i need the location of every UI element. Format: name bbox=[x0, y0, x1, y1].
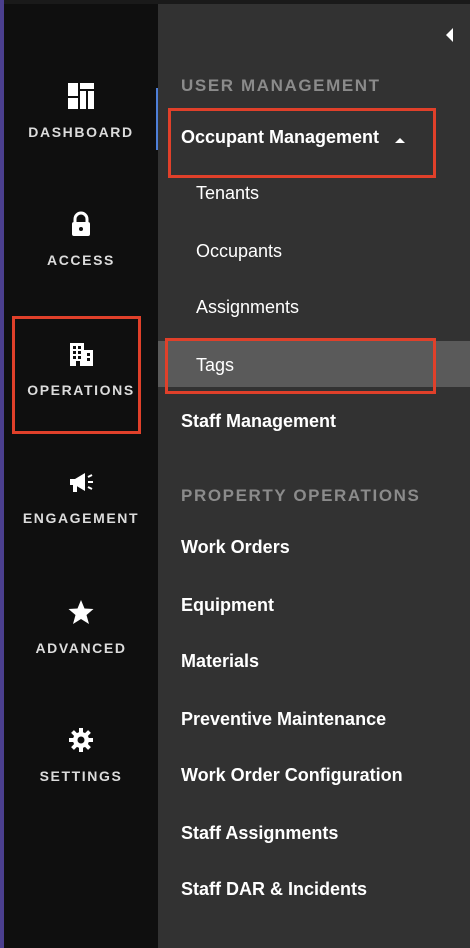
menu-item-work-orders[interactable]: Work Orders bbox=[181, 537, 290, 558]
menu-item-work-order-configuration[interactable]: Work Order Configuration bbox=[181, 765, 403, 786]
menu-item-preventive-maintenance[interactable]: Preventive Maintenance bbox=[181, 709, 386, 730]
menu-item-materials[interactable]: Materials bbox=[181, 651, 259, 672]
rail-label-engagement: ENGAGEMENT bbox=[22, 510, 140, 526]
rail-label-dashboard: DASHBOARD bbox=[28, 124, 134, 140]
star-icon bbox=[67, 598, 95, 626]
rail-item-settings[interactable]: SETTINGS bbox=[4, 726, 158, 816]
submenu-item-tenants[interactable]: Tenants bbox=[196, 183, 259, 204]
gear-icon bbox=[67, 726, 95, 754]
lock-icon bbox=[67, 210, 95, 238]
submenu-item-occupants[interactable]: Occupants bbox=[196, 241, 282, 262]
section-header-user-management: USER MANAGEMENT bbox=[181, 76, 381, 95]
annotation-box-occupant-management bbox=[168, 108, 436, 178]
menu-item-staff-dar-incidents[interactable]: Staff DAR & Incidents bbox=[181, 879, 367, 900]
rail-item-access[interactable]: ACCESS bbox=[4, 210, 158, 300]
dashboard-icon bbox=[67, 82, 95, 110]
rail-item-dashboard[interactable]: DASHBOARD bbox=[4, 82, 158, 172]
annotation-box-tags bbox=[165, 338, 436, 394]
rail-item-advanced[interactable]: ADVANCED bbox=[4, 598, 158, 688]
annotation-box-operations bbox=[12, 316, 141, 434]
icon-rail: DASHBOARD ACCESS OPERATIONS ENGAGEMENT A… bbox=[4, 4, 158, 948]
submenu-item-assignments[interactable]: Assignments bbox=[196, 297, 299, 318]
rail-label-settings: SETTINGS bbox=[39, 768, 123, 784]
menu-item-staff-management[interactable]: Staff Management bbox=[181, 411, 336, 432]
collapse-panel-icon[interactable] bbox=[443, 27, 455, 43]
section-header-property-operations: PROPERTY OPERATIONS bbox=[181, 486, 421, 505]
rail-item-engagement[interactable]: ENGAGEMENT bbox=[4, 468, 158, 558]
megaphone-icon bbox=[67, 468, 95, 496]
rail-label-access: ACCESS bbox=[47, 252, 115, 268]
rail-label-advanced: ADVANCED bbox=[35, 640, 127, 656]
menu-item-equipment[interactable]: Equipment bbox=[181, 595, 274, 616]
menu-item-staff-assignments[interactable]: Staff Assignments bbox=[181, 823, 338, 844]
